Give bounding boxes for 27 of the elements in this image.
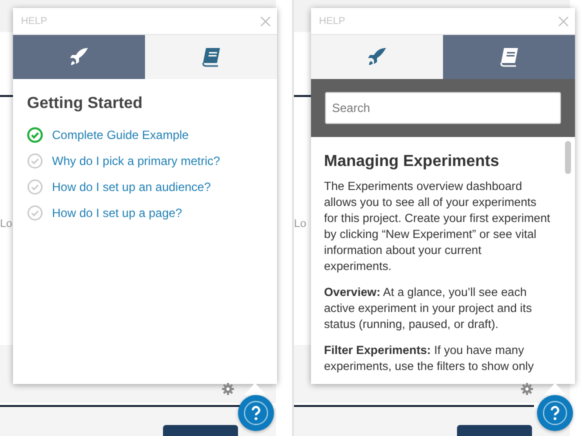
book-icon bbox=[201, 47, 221, 67]
guide-link[interactable]: How do I set up an audience? bbox=[52, 180, 211, 194]
gear-icon[interactable] bbox=[521, 383, 533, 395]
rocket-icon bbox=[367, 47, 387, 67]
question-icon bbox=[243, 400, 269, 426]
search-field[interactable]: Search bbox=[325, 92, 561, 124]
panel-title: HELP bbox=[319, 16, 346, 26]
help-tab[interactable] bbox=[443, 35, 575, 79]
rocket-icon bbox=[69, 47, 89, 67]
close-icon[interactable] bbox=[260, 16, 271, 26]
question-icon bbox=[542, 400, 568, 426]
guide-link[interactable]: Why do I pick a primary metric? bbox=[52, 154, 220, 168]
article-paragraph: Filter Experiments: If you have many experiments, use the filters to show only bbox=[324, 342, 535, 374]
section-heading: Getting Started bbox=[27, 95, 144, 113]
panel-title: HELP bbox=[21, 16, 48, 26]
scrollbar[interactable] bbox=[565, 141, 571, 174]
gear-icon[interactable] bbox=[222, 383, 234, 395]
article-heading: Managing Experiments bbox=[324, 153, 500, 171]
close-icon[interactable] bbox=[558, 16, 569, 26]
guide-link[interactable]: Complete Guide Example bbox=[52, 128, 189, 142]
article-paragraph: Overview: At a glance, you’ll see each active experiment in your project and its status (running, paused, or draft). bbox=[324, 284, 533, 332]
article-paragraph: The Experiments overview dashboard allows you to see all of your experiments for this project. Create your first experiment by clicking “New Experiment” or see vital information about your current experiments. bbox=[324, 178, 551, 274]
book-icon bbox=[499, 47, 519, 67]
guide-link[interactable]: How do I set up a page? bbox=[52, 206, 182, 220]
page-label: Lo bbox=[294, 218, 306, 230]
page-label: Lo bbox=[0, 218, 12, 230]
help-tab[interactable] bbox=[145, 35, 277, 79]
